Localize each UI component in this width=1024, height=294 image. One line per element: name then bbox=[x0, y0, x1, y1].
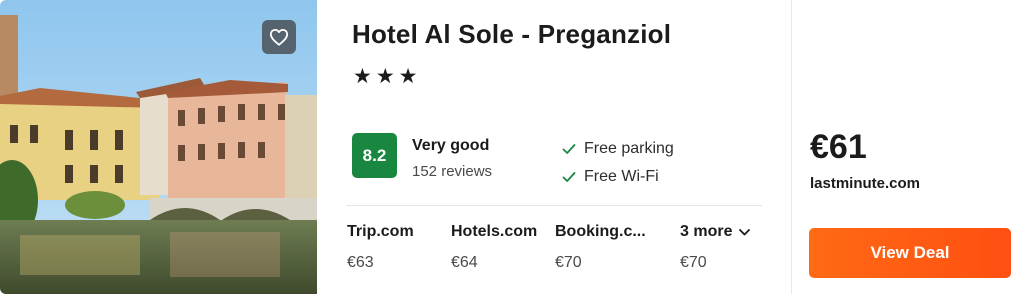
more-providers-label: 3 more bbox=[680, 223, 733, 240]
provider-name: Booking.c... bbox=[555, 223, 646, 240]
favorite-button[interactable] bbox=[262, 20, 296, 54]
provider-name: Trip.com bbox=[347, 223, 414, 240]
deal-separator bbox=[791, 0, 792, 294]
amenity-label: Free Wi-Fi bbox=[584, 168, 659, 185]
review-count[interactable]: 152 reviews bbox=[412, 163, 492, 180]
view-deal-button[interactable]: View Deal bbox=[809, 228, 1011, 278]
best-deal-price: €61 bbox=[810, 128, 867, 166]
check-icon bbox=[562, 172, 576, 182]
provider-offer-booking[interactable]: Booking.c... €70 bbox=[555, 223, 646, 272]
amenity-free-parking: Free parking bbox=[562, 140, 674, 158]
chevron-down-icon bbox=[739, 228, 751, 235]
provider-name: Hotels.com bbox=[451, 223, 538, 240]
heart-icon bbox=[269, 28, 289, 46]
provider-price: €63 bbox=[347, 254, 374, 271]
hotel-name[interactable]: Hotel Al Sole - Preganziol bbox=[352, 19, 671, 50]
provider-offer-hotels[interactable]: Hotels.com €64 bbox=[451, 223, 537, 272]
amenity-label: Free parking bbox=[584, 140, 674, 157]
more-providers-dropdown[interactable]: 3 more €70 bbox=[680, 223, 751, 272]
rating-score-badge: 8.2 bbox=[352, 133, 397, 178]
best-deal-site: lastminute.com bbox=[810, 175, 921, 192]
hotel-photo[interactable] bbox=[0, 0, 317, 294]
provider-offer-trip[interactable]: Trip.com €63 bbox=[347, 223, 414, 272]
provider-price: €70 bbox=[680, 254, 707, 271]
provider-price: €64 bbox=[451, 254, 478, 271]
amenity-free-wifi: Free Wi-Fi bbox=[562, 168, 659, 186]
provider-price: €70 bbox=[555, 254, 582, 271]
rating-label: Very good bbox=[412, 137, 490, 154]
hotel-result-card: Hotel Al Sole - Preganziol ★★★ 8.2 Very … bbox=[0, 0, 1024, 294]
check-icon bbox=[562, 144, 576, 154]
more-providers-label-row: 3 more bbox=[680, 223, 751, 241]
hotel-star-rating: ★★★ bbox=[353, 65, 422, 88]
divider bbox=[346, 205, 762, 206]
